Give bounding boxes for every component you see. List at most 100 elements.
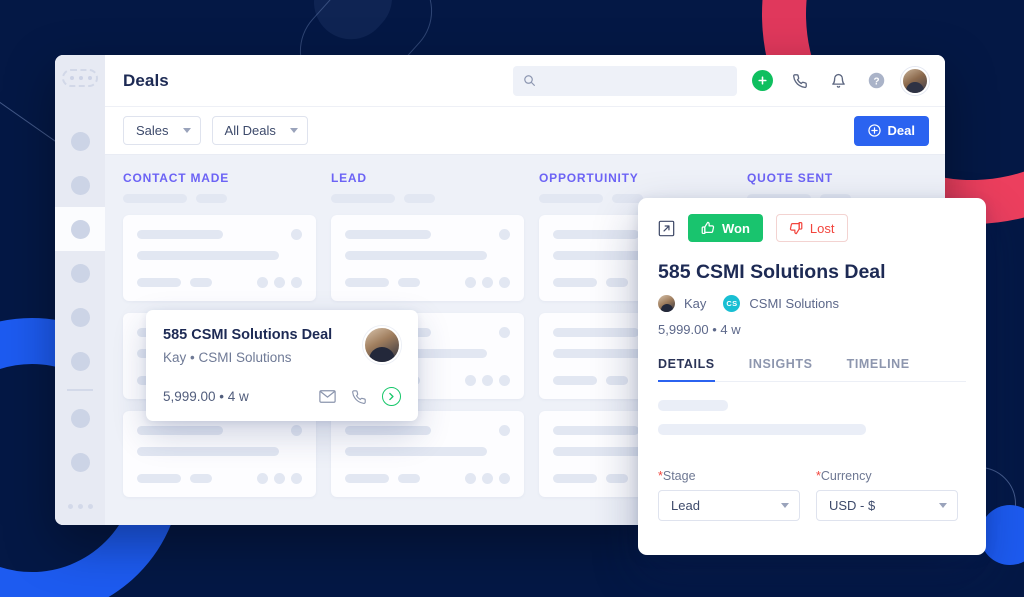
phone-icon xyxy=(792,73,808,89)
floating-deal-card[interactable]: 585 CSMI Solutions Deal Kay • CSMI Solut… xyxy=(146,310,418,422)
phone-icon[interactable] xyxy=(351,389,367,405)
sidebar-divider xyxy=(67,389,93,391)
won-label: Won xyxy=(722,220,750,236)
tab-insights[interactable]: INSIGHTS xyxy=(749,357,813,382)
plus-circle-outline-icon xyxy=(867,124,881,137)
search-container xyxy=(513,65,737,96)
sidebar-item-icon xyxy=(70,175,90,195)
field-currency-label-text: Currency xyxy=(820,469,872,483)
tab-timeline[interactable]: TIMELINE xyxy=(847,357,910,382)
column-title: CONTACT MADE xyxy=(123,171,230,185)
column-title: QUOTE SENT xyxy=(747,171,834,185)
plus-circle-icon xyxy=(751,70,773,91)
panel-amount: 5,999.00 • 4 w xyxy=(658,322,741,337)
column-title: OPPORTUINITY xyxy=(539,171,639,185)
sidebar-item-2[interactable] xyxy=(55,163,105,207)
sidebar-item-icon xyxy=(70,453,90,472)
help-button[interactable]: ? xyxy=(863,68,889,94)
page-title: Deals xyxy=(123,70,169,90)
svg-text:?: ? xyxy=(873,76,879,87)
add-deal-label: Deal xyxy=(887,123,915,138)
column-meta-skeleton xyxy=(123,194,331,203)
thumbs-up-icon xyxy=(701,221,715,235)
call-button[interactable] xyxy=(787,68,813,94)
pipeline-filter-label: Sales xyxy=(136,123,169,138)
deal-card-amount: 5,999.00 • 4 w xyxy=(163,389,249,405)
sidebar-item-icon xyxy=(70,131,90,151)
body-skeleton-line xyxy=(658,400,728,411)
panel-body: *Stage Lead *Currency USD - $ xyxy=(658,382,966,521)
search-input[interactable] xyxy=(544,73,727,88)
deal-card-skeleton[interactable] xyxy=(123,411,316,497)
sidebar-item-icon xyxy=(70,219,90,239)
deal-card-skeleton[interactable] xyxy=(331,215,524,301)
mail-icon[interactable] xyxy=(319,390,336,403)
sidebar-item-deals[interactable] xyxy=(55,207,105,251)
owner-avatar xyxy=(658,295,675,312)
expand-arrow-icon[interactable] xyxy=(658,220,675,237)
sidebar-item-8[interactable] xyxy=(55,441,105,485)
deals-filter-label: All Deals xyxy=(224,123,276,138)
add-button[interactable] xyxy=(749,68,775,94)
search-box[interactable] xyxy=(513,65,737,96)
lost-button[interactable]: Lost xyxy=(775,214,848,242)
notifications-button[interactable] xyxy=(825,68,851,94)
tab-details[interactable]: DETAILS xyxy=(658,357,715,382)
sidebar-rail xyxy=(55,55,105,525)
search-icon xyxy=(523,74,536,87)
won-button[interactable]: Won xyxy=(688,214,763,242)
column-meta-skeleton xyxy=(331,194,539,203)
column-title: LEAD xyxy=(331,171,367,185)
panel-owner-name: Kay xyxy=(684,296,707,311)
user-avatar[interactable] xyxy=(901,66,929,95)
sidebar-item-icon xyxy=(70,263,90,283)
body-skeleton-line xyxy=(658,424,866,435)
deal-card-skeleton[interactable] xyxy=(331,411,524,497)
sidebar-item-icon xyxy=(70,409,90,428)
deals-filter-dropdown[interactable]: All Deals xyxy=(211,116,308,145)
deal-card-subtitle: Kay • CSMI Solutions xyxy=(163,350,292,366)
field-stage-label: *Stage xyxy=(658,469,800,483)
pipeline-filter-dropdown[interactable]: Sales xyxy=(123,116,201,145)
sidebar-item-6[interactable] xyxy=(55,339,105,383)
sidebar-item-icon xyxy=(70,307,90,327)
deal-card-skeleton[interactable] xyxy=(123,215,316,301)
panel-action-row: Won Lost xyxy=(658,214,966,242)
sidebar-item-5[interactable] xyxy=(55,295,105,339)
stage-select-value: Lead xyxy=(671,498,700,513)
currency-select-value: USD - $ xyxy=(829,498,876,513)
chevron-down-icon xyxy=(781,503,789,508)
screenshot-stage: Deals ? Sales All Deals Deal CONTACT MAD… xyxy=(0,0,1024,597)
stage-select[interactable]: Lead xyxy=(658,490,800,521)
chevron-down-icon xyxy=(939,503,947,508)
arrow-right-circle-icon[interactable] xyxy=(382,387,401,407)
panel-company-name: CSMI Solutions xyxy=(749,296,839,311)
chevron-down-icon xyxy=(289,128,298,133)
panel-fields: *Stage Lead *Currency USD - $ xyxy=(658,469,966,521)
add-deal-button[interactable]: Deal xyxy=(853,115,929,146)
chevron-down-icon xyxy=(182,128,191,133)
field-currency: *Currency USD - $ xyxy=(816,469,958,521)
panel-tabs: DETAILS INSIGHTS TIMELINE xyxy=(658,357,966,382)
sidebar-item-7[interactable] xyxy=(55,397,105,441)
sidebar-more-icon[interactable] xyxy=(67,504,93,509)
currency-select[interactable]: USD - $ xyxy=(816,490,958,521)
panel-deal-title: 585 CSMI Solutions Deal xyxy=(658,261,886,283)
sidebar-item-icon xyxy=(70,351,90,371)
bell-icon xyxy=(831,73,846,89)
field-stage-label-text: Stage xyxy=(662,469,696,483)
filter-bar: Sales All Deals Deal xyxy=(105,107,945,155)
deal-detail-panel: Won Lost 585 CSMI Solutions Deal Kay CS … xyxy=(638,198,986,555)
app-logo-icon xyxy=(62,69,98,87)
panel-meta-row: Kay CS CSMI Solutions xyxy=(658,295,966,312)
help-circle-icon: ? xyxy=(868,72,885,89)
sidebar-item-4[interactable] xyxy=(55,251,105,295)
deal-card-title: 585 CSMI Solutions Deal xyxy=(163,327,333,343)
thumbs-down-icon xyxy=(789,221,803,235)
sidebar-item-1[interactable] xyxy=(55,119,105,163)
field-currency-label: *Currency xyxy=(816,469,958,483)
lost-label: Lost xyxy=(809,220,835,236)
field-stage: *Stage Lead xyxy=(658,469,800,521)
top-bar: Deals ? xyxy=(105,55,945,107)
company-badge: CS xyxy=(723,295,741,312)
